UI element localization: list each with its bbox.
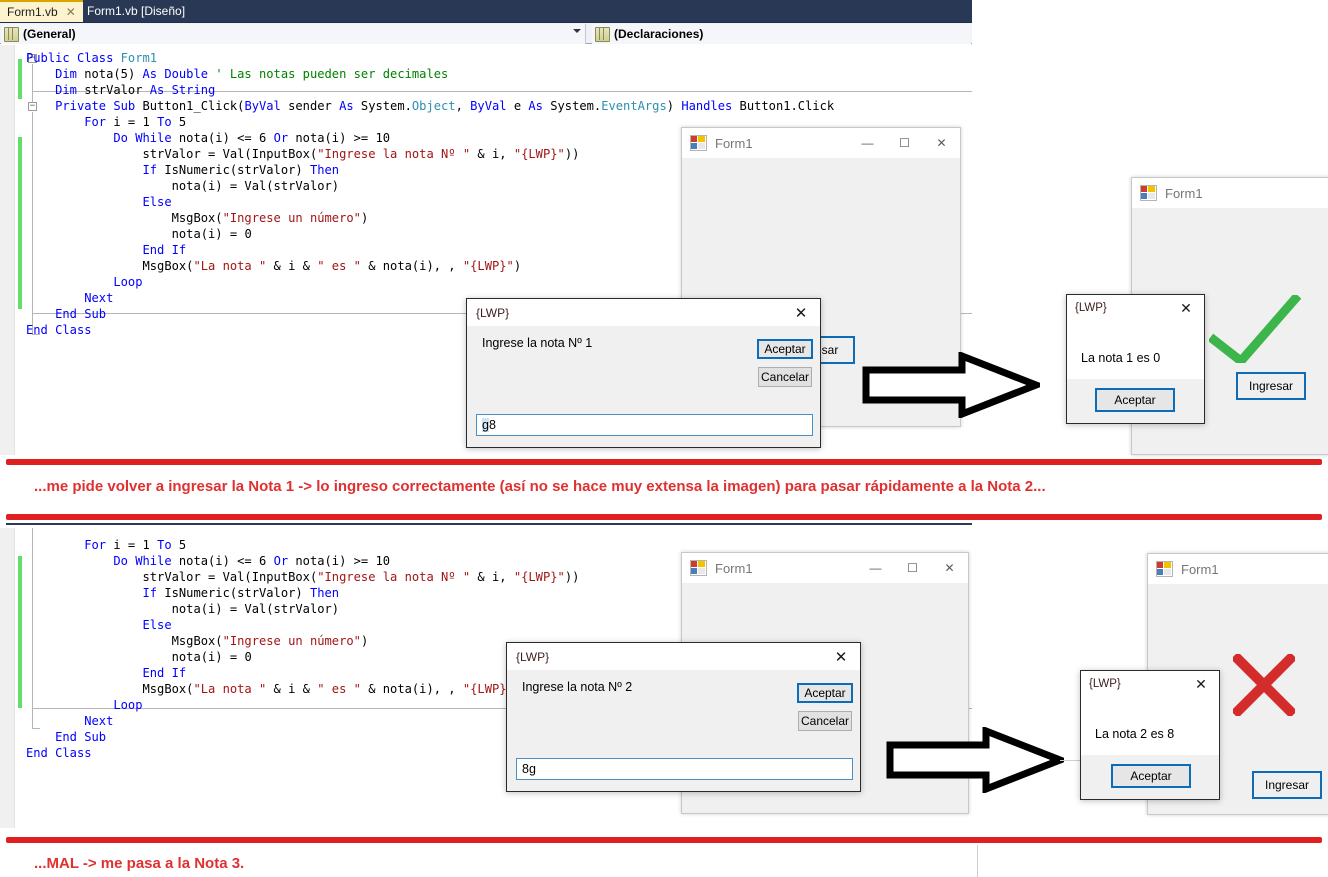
inputbox-dialog-top[interactable]: {LWP} ✕ Ingrese la nota Nº 1 Aceptar Can…: [466, 298, 821, 448]
msgbox-footer: Aceptar: [1081, 755, 1219, 799]
ingresar-button[interactable]: Ingresar: [1252, 771, 1322, 799]
msgbox-message: La nota 2 es 8: [1095, 727, 1175, 741]
ingresar-button-label: Ingresar: [1248, 379, 1294, 393]
dialog-title-bar: {LWP} ✕: [507, 643, 860, 670]
minimize-icon[interactable]: —: [849, 128, 886, 158]
close-icon[interactable]: ✕: [1172, 295, 1200, 321]
divider-red-bottom: [6, 514, 1322, 520]
close-icon[interactable]: ✕: [66, 5, 76, 19]
window-controls: — ☐ ✕: [857, 553, 968, 583]
msgbox-top[interactable]: {LWP} ✕ La nota 1 es 0 Aceptar: [1066, 294, 1205, 424]
inputbox-value-selected: g: [482, 418, 489, 432]
change-bar: [18, 137, 22, 309]
editor-gutter: [0, 45, 15, 455]
window-title: Form1: [1181, 561, 1219, 577]
divider-red-top: [6, 459, 1322, 465]
window-title-bar: Form1 —: [1148, 554, 1328, 584]
member-dropdown-value: (Declaraciones): [614, 27, 704, 41]
window-title-bar: Form1 — ☐ ✕: [682, 553, 968, 583]
cancel-button[interactable]: Cancelar: [798, 711, 852, 731]
inputbox-prompt: Ingrese la nota Nº 1: [482, 336, 593, 350]
code-text-bottom: For i = 1 To 5 Do While nota(i) <= 6 Or …: [26, 538, 580, 760]
dialog-title-bar: {LWP} ✕: [1081, 671, 1219, 697]
msgbox-bottom[interactable]: {LWP} ✕ La nota 2 es 8 Aceptar: [1080, 670, 1220, 800]
accept-button[interactable]: Aceptar: [1095, 388, 1175, 412]
dialog-title-bar: {LWP} ✕: [1067, 295, 1204, 321]
inputbox-prompt: Ingrese la nota Nº 2: [522, 680, 633, 694]
ingresar-button-label: Ingresar: [1264, 778, 1310, 792]
module-icon: [4, 26, 19, 42]
dialog-title: {LWP}: [1089, 678, 1121, 690]
accept-button-label: Aceptar: [764, 342, 806, 356]
inputbox-value-field[interactable]: g8: [476, 414, 813, 436]
app-icon: [690, 135, 707, 151]
app-icon: [1156, 561, 1173, 577]
flow-arrow-icon: [862, 352, 1040, 418]
dialog-title: {LWP}: [1075, 302, 1107, 314]
close-icon[interactable]: ✕: [782, 299, 820, 326]
inputbox-value-rest: 8: [488, 418, 496, 432]
accept-button-label: Aceptar: [1130, 769, 1172, 783]
check-mark-icon: [1209, 295, 1301, 363]
app-icon: [1140, 185, 1157, 201]
tab-form1-vb-code[interactable]: Form1.vb ✕: [0, 0, 83, 22]
minimize-icon[interactable]: —: [857, 553, 894, 583]
chevron-down-icon[interactable]: [573, 29, 581, 33]
dialog-title: {LWP}: [516, 649, 550, 664]
ingresar-button[interactable]: Ingresar: [1236, 372, 1306, 400]
cancel-button-label: Cancelar: [760, 370, 810, 384]
window-title: Form1: [1165, 185, 1203, 201]
msgbox-message: La nota 1 es 0: [1081, 351, 1161, 365]
divider-navy: [6, 523, 972, 525]
editor-gutter: [0, 528, 15, 828]
divider-red-final: [6, 837, 1322, 843]
code-navigation-bar: (General) (Declaraciones): [0, 22, 972, 44]
inputbox-dialog-bottom[interactable]: {LWP} ✕ Ingrese la nota Nº 2 Aceptar Can…: [506, 642, 861, 792]
maximize-icon[interactable]: ☐: [886, 128, 923, 158]
tab-label: Form1.vb [Diseño]: [87, 4, 186, 18]
member-dropdown[interactable]: (Declaraciones): [592, 24, 971, 44]
accept-button-label: Aceptar: [1114, 393, 1156, 407]
ingresar-button-label: sar: [821, 343, 839, 357]
accept-button-label: Aceptar: [804, 686, 846, 700]
editor-edge-line: [977, 845, 978, 877]
inputbox-value-field[interactable]: 8g: [516, 758, 853, 780]
window-controls: — ☐ ✕: [849, 128, 960, 158]
dialog-title-bar: {LWP} ✕: [467, 299, 820, 326]
window-title-bar: Form1 —: [1132, 178, 1328, 208]
module-icon: [595, 26, 610, 42]
msgbox-footer: Aceptar: [1067, 379, 1204, 423]
window-title-bar: Form1 — ☐ ✕: [682, 128, 960, 158]
app-icon: [690, 560, 707, 576]
cross-mark-icon: [1233, 654, 1295, 716]
close-icon[interactable]: ✕: [822, 643, 860, 670]
close-icon[interactable]: ✕: [931, 553, 968, 583]
accept-button[interactable]: Aceptar: [1111, 764, 1191, 788]
caption-bottom: ...MAL -> me pasa a la Nota 3.: [34, 855, 245, 872]
window-title: Form1: [715, 135, 753, 151]
inputbox-value: 8g: [522, 762, 536, 776]
maximize-icon[interactable]: ☐: [894, 553, 931, 583]
close-icon[interactable]: ✕: [1187, 671, 1215, 697]
cancel-button-label: Cancelar: [800, 714, 850, 728]
caption-middle: ...me pide volver a ingresar la Nota 1 -…: [34, 478, 1046, 495]
accept-button[interactable]: Aceptar: [797, 683, 853, 703]
cancel-button[interactable]: Cancelar: [758, 367, 812, 387]
tab-label: Form1.vb: [7, 5, 58, 19]
dialog-title: {LWP}: [476, 305, 510, 320]
window-title: Form1: [715, 560, 753, 576]
tab-form1-vb-design[interactable]: Form1.vb [Diseño]: [80, 0, 192, 22]
editor-tab-bar: Form1.vb ✕ Form1.vb [Diseño]: [0, 0, 972, 22]
change-bar: [18, 556, 22, 708]
scope-dropdown-value: (General): [23, 27, 76, 41]
flow-arrow-icon: [886, 727, 1064, 793]
close-icon[interactable]: ✕: [923, 128, 960, 158]
scope-dropdown[interactable]: (General): [1, 24, 586, 44]
accept-button[interactable]: Aceptar: [757, 339, 813, 359]
change-bar: [18, 59, 22, 99]
